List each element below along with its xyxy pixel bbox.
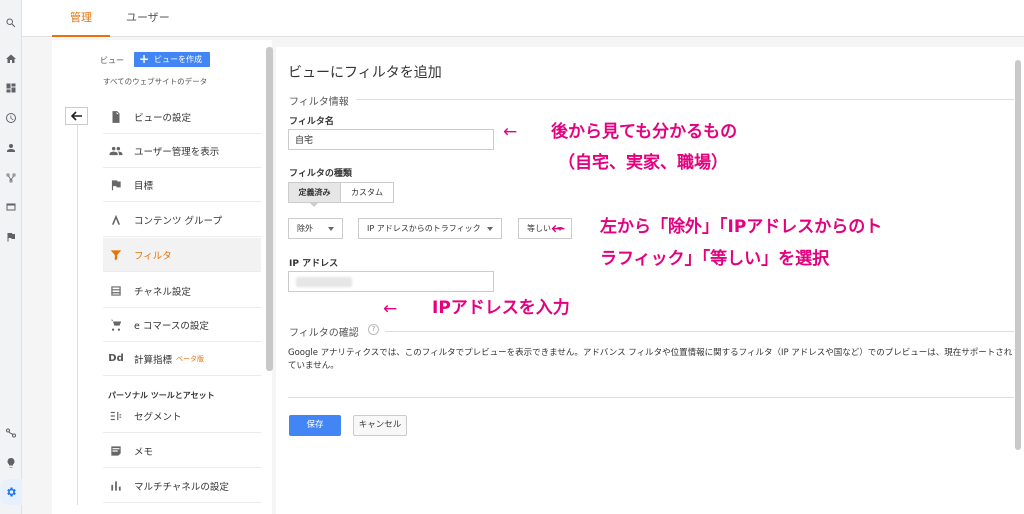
selection-caret — [309, 202, 319, 207]
exclude-dropdown[interactable]: 除外 — [288, 218, 343, 239]
filter-verify-heading: フィルタの確認 — [289, 328, 359, 339]
note-icon — [107, 442, 125, 460]
nav-item-label: ビューの設定 — [134, 112, 192, 124]
tab-user[interactable]: ユーザー — [108, 0, 188, 37]
annotation-arrow: ← — [551, 219, 566, 239]
attribution-icon[interactable] — [2, 424, 20, 442]
filter-type-custom-button[interactable]: カスタム — [340, 182, 394, 203]
divider — [356, 99, 1014, 100]
page-title: ビューにフィルタを追加 — [288, 65, 442, 81]
channel-icon — [107, 282, 125, 300]
plus-icon: + — [139, 52, 150, 66]
beta-badge: ベータ版 — [176, 354, 205, 363]
cart-icon — [107, 316, 125, 334]
nav-item-multichannel-settings[interactable]: マルチチャネルの設定 — [103, 469, 261, 503]
nav-item-label: メモ — [134, 446, 154, 458]
filter-type-predefined-button[interactable]: 定義済み — [288, 182, 341, 203]
divider — [288, 397, 1014, 398]
traffic-source-dropdown[interactable]: IP アドレスからのトラフィック — [358, 218, 502, 239]
left-icon-rail — [0, 0, 34, 514]
annotation-filter-name-line2: （自宅、実家、職場） — [558, 153, 728, 173]
bar-chart-icon — [107, 477, 125, 495]
clock-icon[interactable] — [2, 109, 20, 127]
home-icon[interactable] — [2, 50, 20, 68]
person-icon[interactable] — [2, 139, 20, 157]
filter-type-label: フィルタの種類 — [289, 169, 352, 179]
dashboard-icon[interactable] — [2, 79, 20, 97]
nav-item-view-settings[interactable]: ビューの設定 — [103, 100, 261, 134]
divider — [77, 125, 78, 505]
nav-item-label: マルチチャネルの設定 — [134, 481, 229, 493]
preview-unavailable-message: Google アナリティクスでは、このフィルタでプレビューを表示できません。アド… — [288, 348, 1013, 371]
nav-item-ecommerce-settings[interactable]: e コマースの設定 — [103, 308, 261, 342]
nav-item-notes[interactable]: メモ — [103, 434, 261, 468]
back-button[interactable] — [65, 107, 88, 125]
tab-admin[interactable]: 管理 — [52, 0, 110, 37]
create-view-label: ビューを作成 — [154, 55, 202, 64]
annotation-ip-address: IPアドレスを入力 — [432, 298, 570, 318]
document-icon — [107, 108, 125, 126]
nav-item-label: ユーザー管理を表示 — [134, 146, 220, 158]
filter-name-input[interactable] — [288, 129, 494, 150]
filter-name-label: フィルタ名 — [289, 117, 334, 127]
users-icon — [107, 142, 125, 160]
dropdown-value: 除外 — [297, 224, 313, 233]
annotation-filter-type-line1: 左から「除外」「IPアドレスからのト — [600, 217, 883, 237]
nav-item-segments[interactable]: セグメント — [103, 399, 261, 433]
dropdown-value: 等しい — [527, 224, 551, 233]
dropdown-value: IP アドレスからのトラフィック — [367, 224, 481, 233]
annotation-filter-type-line2: ラフィック」「等しい」を選択 — [600, 249, 830, 269]
dropdown-arrow-icon — [328, 227, 334, 231]
nav-item-user-management[interactable]: ユーザー管理を表示 — [103, 134, 261, 168]
view-selector[interactable]: すべてのウェブサイトのデータ — [103, 76, 207, 87]
nav-item-goals[interactable]: 目標 — [103, 168, 261, 202]
nav-item-label: 計算指標 — [134, 354, 173, 366]
divider — [385, 331, 1014, 332]
back-arrow-icon — [70, 111, 82, 121]
nav-item-label: 目標 — [134, 180, 154, 192]
annotation-arrow: ← — [503, 122, 518, 142]
conversion-flag-icon[interactable] — [2, 228, 20, 246]
nav-item-label: チャネル設定 — [134, 286, 191, 298]
redacted-ip — [296, 277, 352, 287]
nav-item-label: コンテンツ グループ — [134, 215, 222, 227]
dropdown-arrow-icon — [487, 227, 493, 231]
annotation-arrow: ← — [383, 299, 398, 319]
nav-item-filters[interactable]: フィルタ — [103, 238, 261, 272]
segment-icon — [107, 407, 125, 425]
filter-icon — [107, 246, 125, 264]
ip-address-label: IP アドレス — [289, 259, 339, 269]
filter-info-heading: フィルタ情報 — [289, 97, 349, 108]
lightbulb-icon[interactable] — [2, 454, 20, 472]
search-icon[interactable] — [2, 14, 20, 32]
nav-item-content-grouping[interactable]: コンテンツ グループ — [103, 203, 261, 237]
walk-icon — [107, 211, 125, 229]
save-button[interactable]: 保存 — [289, 415, 341, 436]
view-label: ビュー — [100, 56, 124, 65]
top-tab-bar: 管理 ユーザー — [22, 0, 1024, 37]
nav-item-label: e コマースの設定 — [134, 320, 209, 332]
annotation-filter-name-line1: 後から見ても分かるもの — [551, 122, 738, 142]
nav-item-label: フィルタ — [134, 250, 172, 262]
dd-icon: Dd — [108, 353, 124, 364]
nav-item-label: セグメント — [134, 411, 182, 423]
cancel-button[interactable]: キャンセル — [353, 415, 407, 436]
help-icon[interactable]: ? — [368, 324, 379, 335]
behavior-icon[interactable] — [2, 198, 20, 216]
nav-item-channel-settings[interactable]: チャネル設定 — [103, 274, 261, 308]
flag-icon — [107, 176, 125, 194]
nav-scrollbar[interactable] — [266, 47, 273, 371]
nav-item-calculated-metrics[interactable]: Dd 計算指標 ベータ版 — [103, 342, 261, 376]
acquisition-icon[interactable] — [2, 169, 20, 187]
form-scrollbar[interactable] — [1015, 60, 1021, 450]
create-view-button[interactable]: + ビューを作成 — [134, 52, 210, 67]
